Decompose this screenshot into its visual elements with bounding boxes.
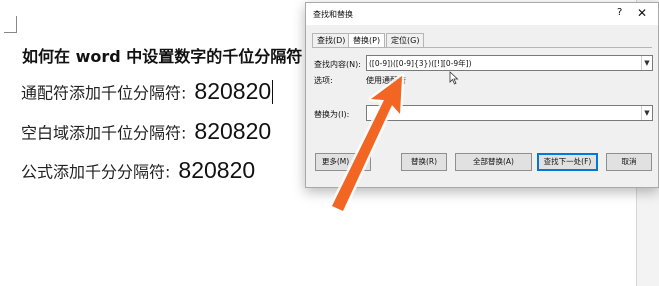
tab-divider [312,47,652,48]
find-replace-dialog: 查找和替换 ? ✕ 查找(D) 替换(P) 定位(G) 查找内容(N): ([0… [305,2,659,188]
replace-button[interactable]: 替换(R) [401,153,447,171]
close-icon[interactable]: ✕ [637,6,647,20]
find-value: ([0-9])([0-9]{3})([!][0-9年]) [369,59,472,68]
line-label: 公式添加千分分隔符: [21,162,171,182]
more-button[interactable]: 更多(M) >> [315,153,371,171]
line-number: 820820 [194,78,272,104]
find-input[interactable]: ([0-9])([0-9]{3})([!][0-9年]) ▼ [366,55,653,71]
doc-heading: 如何在 word 中设置数字的千位分隔符 [22,47,303,66]
replace-all-button[interactable]: 全部替换(A) [455,153,532,171]
text-cursor [272,79,274,104]
replace-input[interactable]: ▼ [366,105,653,121]
doc-line-wildcard[interactable]: 通配符添加千位分隔符: 820820 [21,78,274,105]
line-number: 820820 [194,118,272,144]
help-button[interactable]: ? [617,7,622,18]
mouse-pointer-icon [449,71,459,85]
chevron-down-icon[interactable]: ▼ [641,56,652,70]
options-value: 使用通配符 [366,76,406,85]
chevron-down-icon[interactable]: ▼ [641,106,652,120]
page-corner-mark [4,16,17,33]
line-number: 820820 [178,157,256,183]
cancel-button[interactable]: 取消 [606,153,652,171]
doc-line-formula[interactable]: 公式添加千分分隔符: 820820 [21,157,255,184]
tab-goto[interactable]: 定位(G) [386,33,425,47]
replace-label: 替换为(I): [314,110,350,119]
dialog-titlebar[interactable]: 查找和替换 ? ✕ [306,3,658,25]
options-label: 选项: [314,76,333,85]
tab-find[interactable]: 查找(D) [312,33,351,47]
dialog-title: 查找和替换 [313,10,353,19]
find-next-button[interactable]: 查找下一处(F) [537,153,598,171]
doc-line-blank-field[interactable]: 空白域添加千位分隔符: 820820 [21,118,271,145]
line-label: 空白域添加千位分隔符: [21,123,187,143]
line-label: 通配符添加千位分隔符: [21,83,187,103]
find-label: 查找内容(N): [314,60,361,69]
tab-replace[interactable]: 替换(P) [348,33,386,48]
